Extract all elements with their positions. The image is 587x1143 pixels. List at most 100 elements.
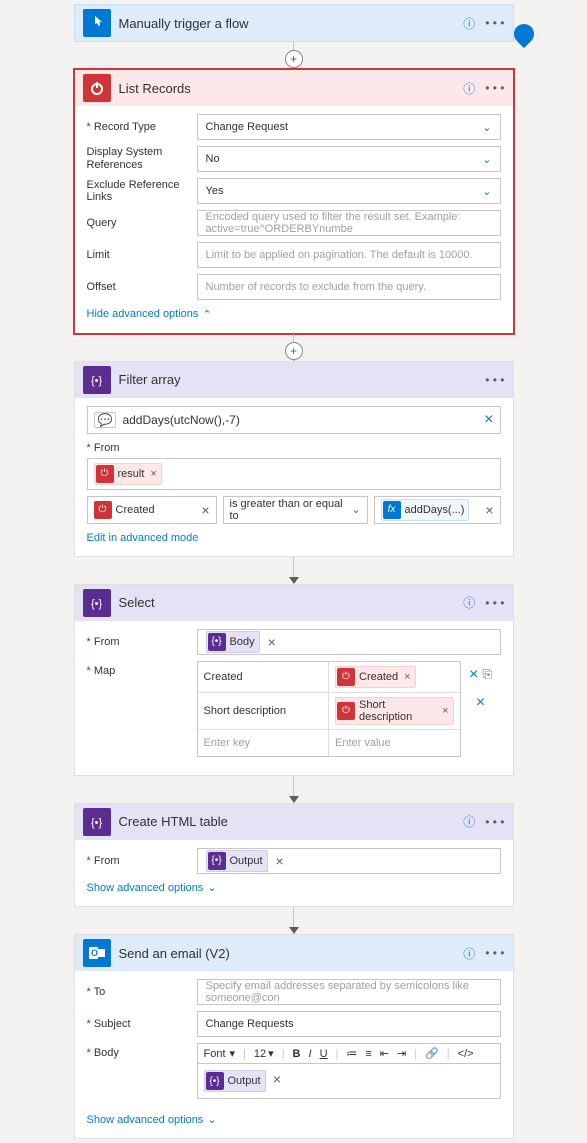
code-view-button[interactable]: </> bbox=[458, 1048, 474, 1060]
subject-input[interactable]: Change Requests bbox=[197, 1011, 501, 1037]
result-token[interactable]: ⏻result× bbox=[94, 463, 162, 485]
to-input[interactable]: Specify email addresses separated by sem… bbox=[197, 979, 501, 1005]
fx-token[interactable]: fxaddDays(...) bbox=[381, 499, 470, 521]
indent-button[interactable]: ⇥ bbox=[397, 1047, 406, 1060]
clear-icon[interactable]: × bbox=[485, 502, 493, 518]
output-token[interactable]: {•}Output bbox=[206, 850, 268, 872]
select-header[interactable]: {•} Select ⓘ• • • bbox=[75, 585, 513, 621]
html-from-input[interactable]: {•}Output × bbox=[197, 848, 501, 874]
switch-mode-icon[interactable]: ⎘ bbox=[482, 667, 492, 682]
underline-button[interactable]: U bbox=[320, 1048, 328, 1060]
more-icon[interactable]: • • • bbox=[485, 16, 504, 30]
chevron-down-icon: ▾ bbox=[230, 1047, 236, 1060]
chevron-up-icon: ⌃ bbox=[202, 308, 211, 321]
map-key-input[interactable]: Short description bbox=[198, 693, 330, 729]
more-icon[interactable]: • • • bbox=[485, 596, 504, 610]
output-token[interactable]: {•}Output bbox=[204, 1070, 266, 1092]
clear-icon[interactable]: × bbox=[273, 1071, 281, 1087]
record-type-select[interactable]: Change Request⌄ bbox=[197, 114, 501, 140]
map-value-input[interactable]: Enter value bbox=[329, 730, 460, 756]
select-from-input[interactable]: {•}Body × bbox=[197, 629, 501, 655]
show-advanced-link[interactable]: Show advanced options ⌄ bbox=[87, 1113, 217, 1126]
short-desc-token[interactable]: ⏻Short description× bbox=[335, 697, 454, 725]
map-key-input[interactable]: Created bbox=[198, 662, 330, 692]
clear-icon[interactable]: × bbox=[276, 853, 284, 869]
help-icon[interactable]: ⓘ bbox=[463, 80, 475, 97]
bold-button[interactable]: B bbox=[293, 1048, 301, 1060]
hide-advanced-link[interactable]: Hide advanced options ⌃ bbox=[87, 308, 212, 321]
data-ops-icon: {•} bbox=[83, 589, 111, 617]
display-sys-refs-select[interactable]: No⌄ bbox=[197, 146, 501, 172]
help-icon[interactable]: ⓘ bbox=[463, 945, 475, 962]
to-label: To bbox=[87, 986, 197, 998]
condition-operator[interactable]: is greater than or equal to⌄ bbox=[223, 496, 368, 524]
help-icon[interactable]: ⓘ bbox=[463, 15, 475, 32]
add-step-button[interactable]: + bbox=[285, 342, 303, 360]
chevron-down-icon: ⌄ bbox=[207, 1113, 216, 1126]
bullet-list-button[interactable]: ≔ bbox=[346, 1047, 357, 1060]
svg-text:{•}: {•} bbox=[91, 598, 103, 610]
connector: + bbox=[74, 42, 514, 69]
font-size-select[interactable]: 12▾ bbox=[254, 1047, 274, 1060]
map-row: Short description ⏻Short description× bbox=[198, 693, 460, 730]
svg-text:{•}: {•} bbox=[91, 375, 103, 387]
svg-text:{•}: {•} bbox=[91, 817, 103, 829]
body-input[interactable]: {•}Output × bbox=[197, 1064, 501, 1099]
more-icon[interactable]: • • • bbox=[485, 946, 504, 960]
clear-icon[interactable]: × bbox=[201, 502, 209, 518]
delete-row-icon[interactable]: × bbox=[476, 694, 485, 712]
italic-button[interactable]: I bbox=[309, 1048, 312, 1060]
create-html-title: Create HTML table bbox=[111, 814, 464, 829]
expression-preview[interactable]: 💬 addDays(utcNow(),-7) × bbox=[87, 406, 501, 434]
create-html-header[interactable]: {•} Create HTML table ⓘ • • • bbox=[75, 804, 513, 840]
clear-icon[interactable]: × bbox=[268, 634, 276, 650]
map-label: Map bbox=[87, 661, 197, 677]
expression-icon: 💬 bbox=[94, 412, 117, 428]
data-ops-icon: {•} bbox=[208, 633, 226, 651]
filter-array-title: Filter array bbox=[111, 372, 486, 387]
outdent-button[interactable]: ⇤ bbox=[380, 1047, 389, 1060]
remove-token-icon[interactable]: × bbox=[442, 705, 448, 717]
query-label: Query bbox=[87, 217, 197, 229]
send-email-header[interactable]: O Send an email (V2) ⓘ• • • bbox=[75, 935, 513, 971]
condition-left[interactable]: ⏻Created × bbox=[87, 496, 217, 524]
created-token[interactable]: ⏻Created× bbox=[335, 666, 416, 688]
map-key-input[interactable]: Enter key bbox=[198, 730, 330, 756]
exclude-ref-links-select[interactable]: Yes⌄ bbox=[197, 178, 501, 204]
list-records-title: List Records bbox=[111, 81, 464, 96]
map-value-input[interactable]: ⏻Short description× bbox=[329, 693, 460, 729]
offset-label: Offset bbox=[87, 281, 197, 293]
limit-input[interactable]: Limit to be applied on pagination. The d… bbox=[197, 242, 501, 268]
map-value-input[interactable]: ⏻Created× bbox=[329, 662, 460, 692]
show-advanced-link[interactable]: Show advanced options ⌄ bbox=[87, 881, 217, 894]
power-icon bbox=[83, 74, 111, 102]
from-label: From bbox=[87, 442, 197, 454]
trigger-header[interactable]: Manually trigger a flow ⓘ • • • bbox=[75, 5, 513, 41]
more-icon[interactable]: • • • bbox=[485, 373, 504, 387]
help-icon[interactable]: ⓘ bbox=[463, 594, 475, 611]
offset-input[interactable]: Number of records to exclude from the qu… bbox=[197, 274, 501, 300]
filter-array-header[interactable]: {•} Filter array • • • bbox=[75, 362, 513, 398]
from-input[interactable]: ⏻result× bbox=[87, 458, 501, 490]
delete-row-icon[interactable]: × bbox=[469, 666, 478, 684]
query-input[interactable]: Encoded query used to filter the result … bbox=[197, 210, 501, 236]
remove-token-icon[interactable]: × bbox=[150, 468, 156, 480]
more-icon[interactable]: • • • bbox=[485, 81, 504, 95]
remove-token-icon[interactable]: × bbox=[404, 671, 410, 683]
link-button[interactable]: 🔗 bbox=[425, 1047, 439, 1060]
close-icon[interactable]: × bbox=[484, 411, 493, 429]
more-icon[interactable]: • • • bbox=[485, 815, 504, 829]
condition-right[interactable]: fxaddDays(...) × bbox=[374, 496, 501, 524]
add-step-button[interactable]: + bbox=[285, 50, 303, 68]
list-records-header[interactable]: List Records ⓘ • • • bbox=[75, 70, 513, 106]
edit-advanced-link[interactable]: Edit in advanced mode bbox=[87, 532, 199, 544]
font-select[interactable]: Font▾ bbox=[204, 1047, 236, 1060]
power-icon: ⏻ bbox=[94, 501, 112, 519]
chevron-down-icon: ▾ bbox=[268, 1047, 274, 1060]
send-email-card: O Send an email (V2) ⓘ• • • To Specify e… bbox=[74, 934, 514, 1139]
help-icon[interactable]: ⓘ bbox=[463, 813, 475, 830]
number-list-button[interactable]: ≡ bbox=[365, 1048, 371, 1060]
comment-indicator[interactable] bbox=[509, 20, 537, 48]
body-token[interactable]: {•}Body bbox=[206, 631, 260, 653]
data-ops-icon: {•} bbox=[83, 366, 111, 394]
